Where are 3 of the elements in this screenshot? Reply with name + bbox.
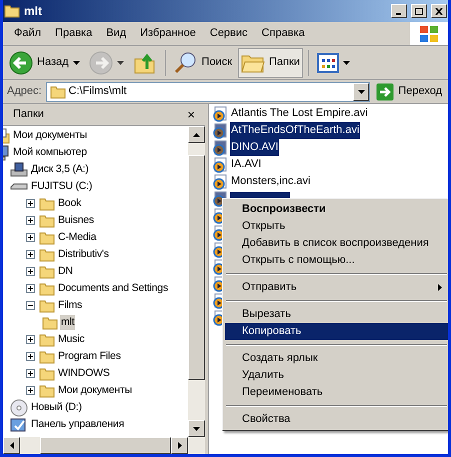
pane-title: Папки [13, 107, 44, 122]
address-label: Адрес: [7, 84, 42, 100]
window-title: mlt [24, 3, 43, 20]
